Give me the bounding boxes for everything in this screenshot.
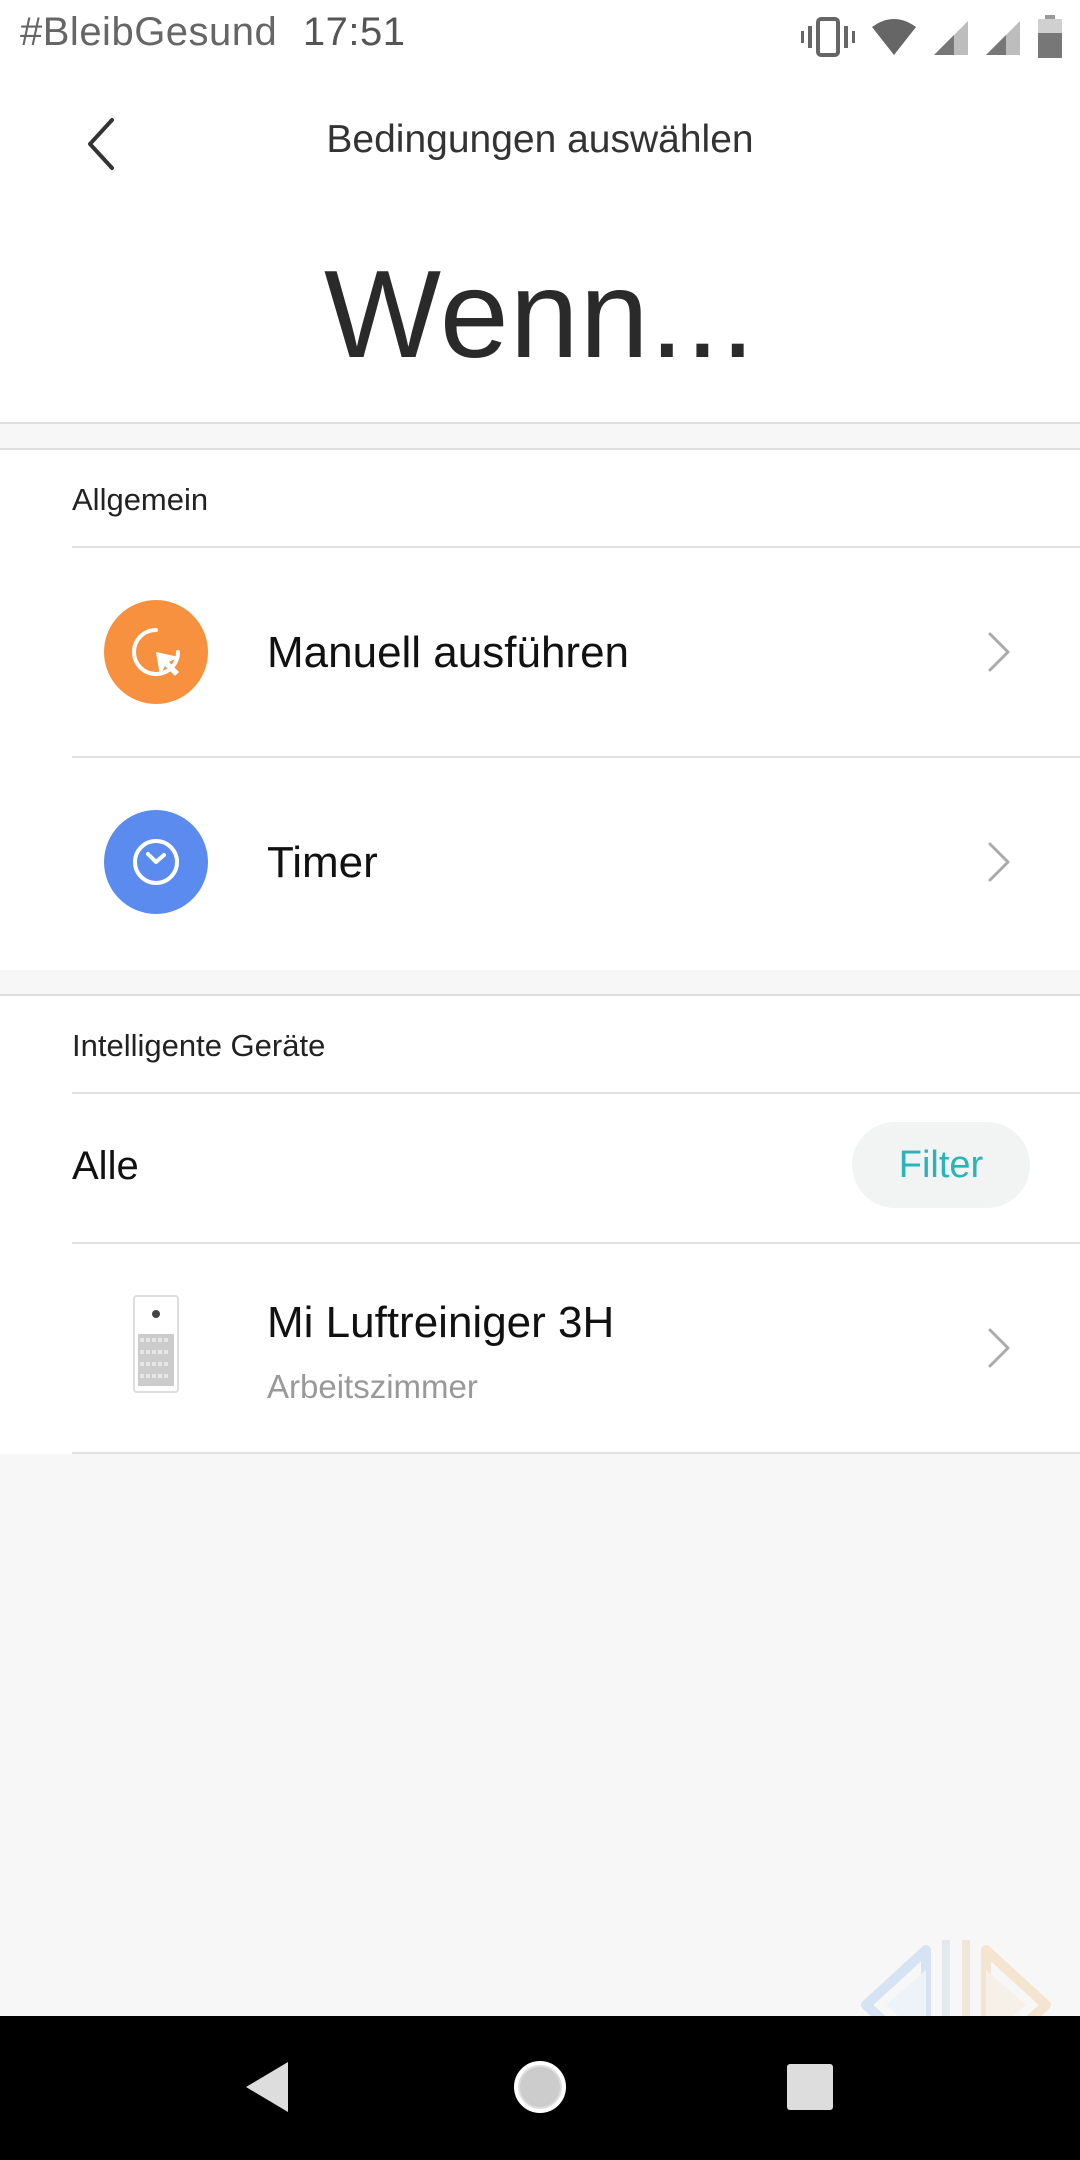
screen: #BleibGesund 17:51 Bedingungen auswählen…	[0, 0, 1080, 2160]
list-item-timer[interactable]: Timer	[0, 758, 1080, 968]
back-triangle-icon[interactable]	[232, 2052, 302, 2122]
section-label: Allgemein	[72, 482, 209, 517]
header: Bedingungen auswählen Wenn...	[0, 74, 1080, 424]
chevron-right-icon	[988, 842, 1010, 882]
section-label: Intelligente Geräte	[72, 1028, 326, 1063]
list-item-label: Timer	[267, 838, 378, 887]
filter-button[interactable]: Filter	[852, 1122, 1030, 1208]
status-icons	[800, 14, 1064, 60]
list-item-device[interactable]: Mi Luftreiniger 3H Arbeitszimmer	[0, 1244, 1080, 1452]
chevron-right-icon	[988, 632, 1010, 672]
signal-icon	[934, 21, 968, 55]
devices-section: Intelligente Geräte Alle Filter Mi Luftr…	[0, 994, 1080, 1454]
filter-label: Alle	[72, 1144, 139, 1188]
page-title: Bedingungen auswählen	[326, 118, 754, 161]
recents-square-icon[interactable]	[775, 2052, 845, 2122]
general-section: Allgemein Manuell ausführen Timer	[0, 448, 1080, 970]
list-item-label: Manuell ausführen	[267, 628, 630, 677]
signal-icon	[986, 21, 1020, 55]
navigation-bar	[0, 2016, 1080, 2160]
carrier-text: #BleibGesund	[20, 10, 278, 54]
status-time: 17:51	[302, 10, 406, 54]
list-item-manual[interactable]: Manuell ausführen	[0, 548, 1080, 756]
device-room: Arbeitszimmer	[267, 1368, 478, 1405]
battery-icon	[1038, 15, 1062, 58]
status-left: #BleibGesund 17:51	[20, 10, 406, 55]
device-name: Mi Luftreiniger 3H	[267, 1298, 615, 1347]
manual-tap-icon	[104, 600, 208, 704]
clock-icon	[104, 810, 208, 914]
hero-heading: Wenn...	[323, 246, 757, 384]
chevron-right-icon	[988, 1328, 1010, 1368]
home-circle-icon[interactable]	[505, 2052, 575, 2122]
filter-row: Alle Filter	[0, 1094, 1080, 1236]
vibrate-icon	[801, 17, 855, 57]
air-purifier-icon	[133, 1295, 179, 1393]
status-bar: #BleibGesund 17:51	[0, 0, 1080, 74]
wifi-icon	[872, 19, 916, 55]
divider	[72, 1452, 1080, 1454]
